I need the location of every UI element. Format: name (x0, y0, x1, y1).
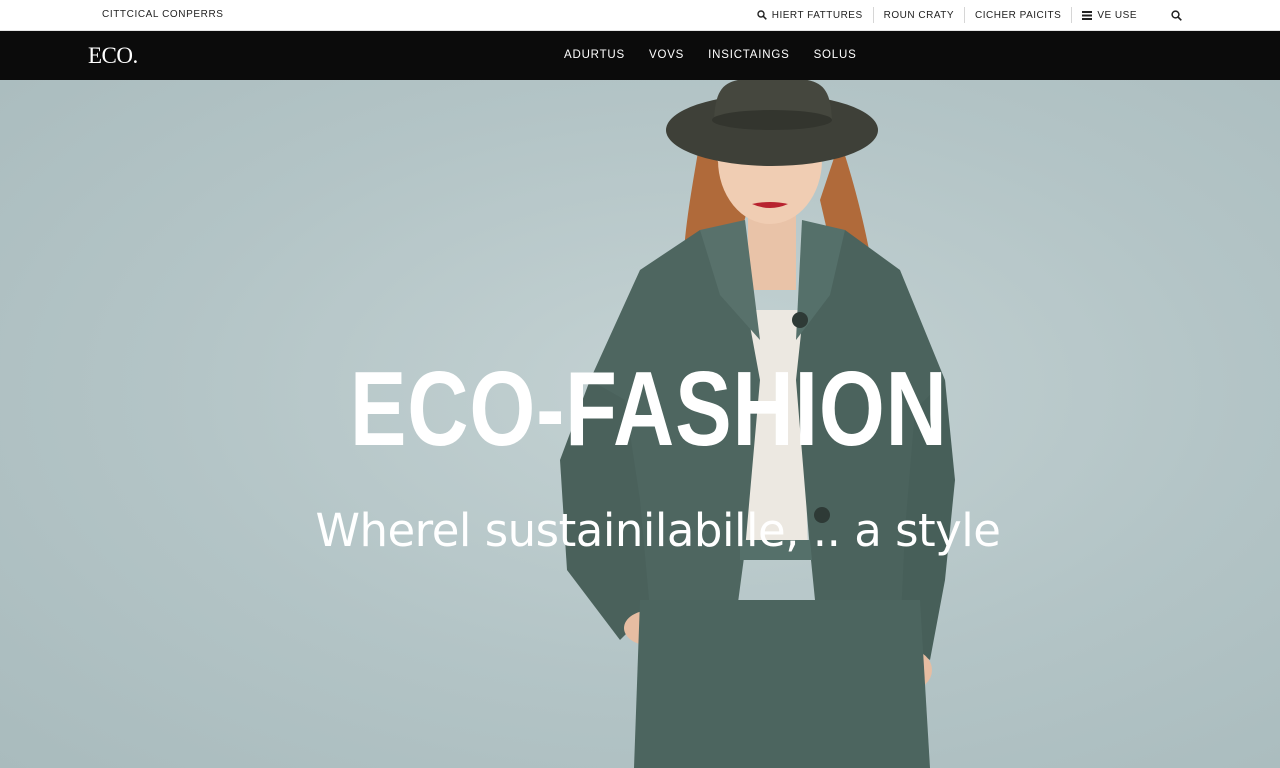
hero-subtitle: Wherel sustainilabille, .. a style (315, 504, 1001, 557)
utility-link-cicher-paicits[interactable]: CICHER PAICITS (965, 6, 1071, 24)
utility-left-text: CITTCICAL CONPERRS (102, 9, 224, 20)
utility-link-roun-craty[interactable]: ROUN CRATY (874, 6, 964, 24)
nav-link-solus[interactable]: SOLUS (814, 49, 857, 61)
hero-banner: ECO-FASHION Wherel sustainilabille, .. a… (0, 80, 1280, 768)
search-icon (1171, 9, 1182, 21)
utility-link-hiert-fattures[interactable]: HIERT FATTURES (747, 6, 873, 24)
utility-link-label: CICHER PAICITS (975, 9, 1062, 21)
utility-links: HIERT FATTURES ROUN CRATY CICHER PAICITS… (747, 6, 1182, 24)
utility-link-ve-use[interactable]: VE USE (1072, 6, 1147, 24)
search-icon (757, 10, 767, 20)
utility-link-label: VE USE (1097, 9, 1137, 21)
main-nav: ECO. ADURTUS VOVS INSICTAINGS SOLUS (0, 31, 1280, 80)
nav-link-adurtus[interactable]: ADURTUS (564, 49, 625, 61)
nav-links: ADURTUS VOVS INSICTAINGS SOLUS (564, 49, 857, 61)
nav-link-vovs[interactable]: VOVS (649, 49, 684, 61)
search-button[interactable] (1171, 9, 1182, 21)
utility-link-label: HIERT FATTURES (771, 9, 863, 21)
menu-icon (1082, 10, 1093, 20)
logo[interactable]: ECO. (88, 43, 138, 69)
utility-bar: CITTCICAL CONPERRS HIERT FATTURES ROUN C… (0, 0, 1280, 31)
nav-link-insictaings[interactable]: INSICTAINGS (708, 49, 789, 61)
hero-title: ECO-FASHION (349, 350, 948, 468)
utility-link-label: ROUN CRATY (883, 9, 955, 21)
